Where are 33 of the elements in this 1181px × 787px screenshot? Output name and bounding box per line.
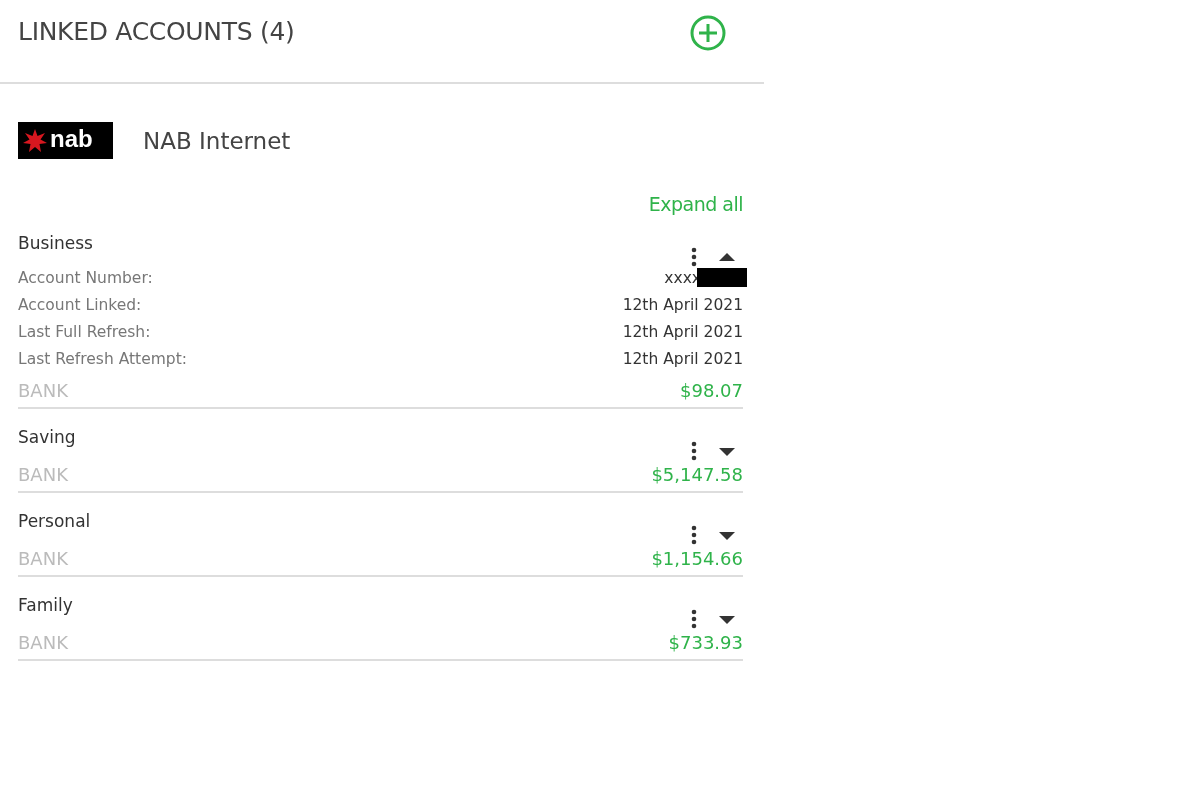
account-name: Personal — [18, 511, 91, 531]
account-type: BANK — [18, 632, 68, 653]
detail-label: Last Full Refresh: — [18, 322, 151, 341]
detail-label: Last Refresh Attempt: — [18, 349, 187, 368]
account-balance: $98.07 — [680, 380, 743, 401]
more-icon[interactable] — [691, 247, 697, 267]
detail-value: 12th April 2021 — [622, 322, 743, 341]
account-balance: $5,147.58 — [651, 464, 743, 485]
account-balance: $733.93 — [668, 632, 743, 653]
detail-value: 12th April 2021 — [622, 295, 743, 314]
provider-name: NAB Internet — [143, 127, 291, 154]
account-type: BANK — [18, 380, 68, 401]
account-type: BANK — [18, 548, 68, 569]
more-icon[interactable] — [691, 609, 697, 629]
account-name: Saving — [18, 427, 76, 447]
redaction-bar — [697, 268, 747, 287]
expand-caret-icon[interactable] — [719, 614, 735, 624]
more-icon[interactable] — [691, 525, 697, 545]
detail-label: Account Linked: — [18, 295, 142, 314]
expand-all-link[interactable]: Expand all — [648, 193, 743, 215]
account-type: BANK — [18, 464, 68, 485]
expand-caret-icon[interactable] — [719, 446, 735, 456]
more-icon[interactable] — [691, 441, 697, 461]
expand-caret-icon[interactable] — [719, 530, 735, 540]
bank-logo: nab — [18, 122, 113, 159]
account-name: Business — [18, 233, 93, 253]
detail-label: Account Number: — [18, 268, 153, 287]
collapse-caret-icon[interactable] — [719, 252, 735, 262]
account-balance: $1,154.66 — [651, 548, 743, 569]
add-icon[interactable] — [688, 13, 728, 53]
panel-title: LINKED ACCOUNTS (4) — [18, 16, 295, 46]
detail-value: 12th April 2021 — [622, 349, 743, 368]
account-name: Family — [18, 595, 73, 615]
